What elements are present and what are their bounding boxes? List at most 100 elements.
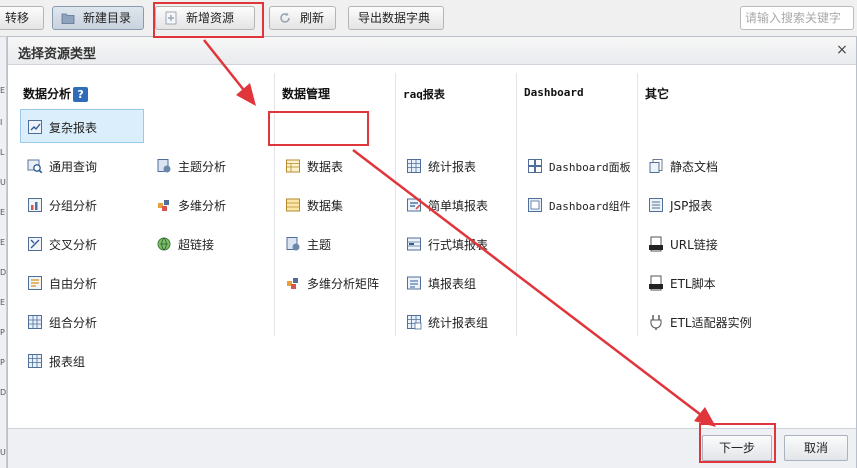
resource-item-cross-analysis[interactable]: 交叉分析 xyxy=(20,226,144,260)
resource-item-label: 数据表 xyxy=(307,160,344,174)
next-step-button[interactable]: 下一步 xyxy=(702,435,772,461)
resource-item-free-analysis[interactable]: 自由分析 xyxy=(20,265,144,299)
simple-fill-report-icon xyxy=(407,198,421,212)
resource-item-static-doc[interactable]: 静态文档 xyxy=(641,148,791,182)
resource-item-multidim-matrix[interactable]: 多维分析矩阵 xyxy=(278,265,396,299)
new-folder-button[interactable]: 新建目录 xyxy=(52,6,144,30)
resource-item-group-analysis[interactable]: 分组分析 xyxy=(20,187,144,221)
list-letter: L xyxy=(0,148,5,157)
list-letter: U xyxy=(0,178,6,187)
dialog-header: 选择资源类型 × xyxy=(8,37,856,65)
resource-item-label: 数据集 xyxy=(307,199,344,213)
resource-item-label: 报表组 xyxy=(49,355,86,369)
resource-item-report-group[interactable]: 报表组 xyxy=(20,343,144,377)
cancel-button[interactable]: 取消 xyxy=(784,435,848,461)
export-dictionary-label: 导出数据字典 xyxy=(358,11,431,25)
resource-item-label: 主题 xyxy=(307,238,332,252)
add-resource-button[interactable]: 新增资源 xyxy=(155,6,255,30)
resource-item-jsp-report[interactable]: JSP报表 xyxy=(641,187,791,221)
resource-item-simple-fill-report[interactable]: 简单填报表 xyxy=(399,187,517,221)
resource-item-label: 复杂报表 xyxy=(49,121,98,135)
resource-item-label: URL链接 xyxy=(670,238,718,252)
list-letter: P xyxy=(0,328,5,337)
help-icon[interactable]: ? xyxy=(73,87,89,102)
resource-item-label: 主题分析 xyxy=(178,160,227,174)
resource-item-topic-analysis[interactable]: 主题分析 xyxy=(149,148,273,182)
new-folder-label: 新建目录 xyxy=(83,11,132,25)
list-letter: E xyxy=(0,298,6,307)
select-resource-type-dialog: 选择资源类型 × 数据分析? 复杂报表 通用查询 分组分析 交叉分析 自由分析 … xyxy=(7,36,857,468)
complex-report-icon xyxy=(28,120,42,134)
column-divider xyxy=(274,73,275,336)
group-analysis-icon xyxy=(28,198,42,212)
resource-item-multidim-analysis[interactable]: 多维分析 xyxy=(149,187,273,221)
resource-item-label: 交叉分析 xyxy=(49,238,98,252)
resource-item-label: 行式填报表 xyxy=(428,238,489,252)
column-divider xyxy=(516,73,517,336)
resource-item-data-table[interactable]: 数据表 xyxy=(278,148,396,182)
hyperlink-icon xyxy=(157,237,171,251)
resource-item-etl-script[interactable]: ETL脚本 xyxy=(641,265,791,299)
static-doc-icon xyxy=(649,159,663,173)
resource-item-etl-adapter[interactable]: ETL适配器实例 xyxy=(641,304,791,338)
fill-report-group-icon xyxy=(407,276,421,290)
refresh-label: 刷新 xyxy=(300,11,325,25)
transfer-button[interactable]: 转移 xyxy=(0,6,44,30)
folder-icon xyxy=(61,13,75,24)
topic-analysis-icon xyxy=(157,159,171,173)
data-table-icon xyxy=(286,159,300,173)
refresh-icon xyxy=(280,12,290,23)
resource-item-label: Dashboard面板 xyxy=(549,161,631,174)
resource-item-label: ETL脚本 xyxy=(670,277,716,291)
dialog-footer: 下一步 取消 xyxy=(8,428,856,468)
column-divider xyxy=(395,73,396,336)
list-letter: E xyxy=(0,86,6,95)
resource-item-dashboard-panel[interactable]: Dashboard面板 xyxy=(520,148,638,182)
resource-item-label: JSP报表 xyxy=(670,199,713,213)
resource-item-label: ETL适配器实例 xyxy=(670,316,752,330)
resource-item-stat-report-group[interactable]: 统计报表组 xyxy=(399,304,517,338)
resource-item-topic[interactable]: 主题 xyxy=(278,226,396,260)
refresh-button[interactable]: 刷新 xyxy=(269,6,336,30)
resource-item-stat-report[interactable]: 统计报表 xyxy=(399,148,517,182)
resource-item-label: 组合分析 xyxy=(49,316,98,330)
dataset-icon xyxy=(286,198,300,212)
column-divider xyxy=(637,73,638,336)
free-analysis-icon xyxy=(28,276,42,290)
resource-item-fill-report-group[interactable]: 填报表组 xyxy=(399,265,517,299)
resource-item-row-fill-report[interactable]: 行式填报表 xyxy=(399,226,517,260)
list-letter: E xyxy=(0,208,6,217)
column-title-raq-report: raq报表 xyxy=(403,88,445,101)
close-icon[interactable]: × xyxy=(834,41,850,59)
stat-report-icon xyxy=(407,159,421,173)
list-letter: D xyxy=(0,388,7,397)
matrix-icon xyxy=(287,278,298,289)
list-letter: P xyxy=(0,358,5,367)
stat-report-group-icon xyxy=(407,315,422,330)
search-input[interactable] xyxy=(740,6,854,30)
column-title-other: 其它 xyxy=(645,87,670,101)
resource-item-combined-analysis[interactable]: 组合分析 xyxy=(20,304,144,338)
toolbar: 转移 新建目录 新增资源 刷新 导出数据字典 xyxy=(0,0,857,37)
column-title-text: 数据分析 xyxy=(23,87,72,101)
resource-item-label: 自由分析 xyxy=(49,277,98,291)
list-letter: E xyxy=(0,238,6,247)
add-resource-icon xyxy=(165,11,177,25)
report-group-icon xyxy=(28,354,42,368)
dashboard-panel-icon xyxy=(528,159,542,173)
combined-analysis-icon xyxy=(28,315,42,329)
resource-item-hyperlink[interactable]: 超链接 xyxy=(149,226,273,260)
resource-item-dashboard-widget[interactable]: Dashboard组件 xyxy=(520,187,638,221)
resource-item-label: 统计报表组 xyxy=(428,316,489,330)
resource-item-dataset[interactable]: 数据集 xyxy=(278,187,396,221)
dialog-title: 选择资源类型 xyxy=(18,47,97,62)
resource-item-complex-report[interactable]: 复杂报表 xyxy=(20,109,144,143)
jsp-report-icon xyxy=(649,198,663,212)
resource-item-url-link[interactable]: URL链接 xyxy=(641,226,791,260)
export-dictionary-button[interactable]: 导出数据字典 xyxy=(348,6,444,30)
resource-item-label: 多维分析 xyxy=(178,199,227,213)
etl-script-icon xyxy=(649,275,663,291)
transfer-label: 转移 xyxy=(5,11,30,25)
resource-item-general-query[interactable]: 通用查询 xyxy=(20,148,144,182)
list-letter: I xyxy=(0,118,3,127)
